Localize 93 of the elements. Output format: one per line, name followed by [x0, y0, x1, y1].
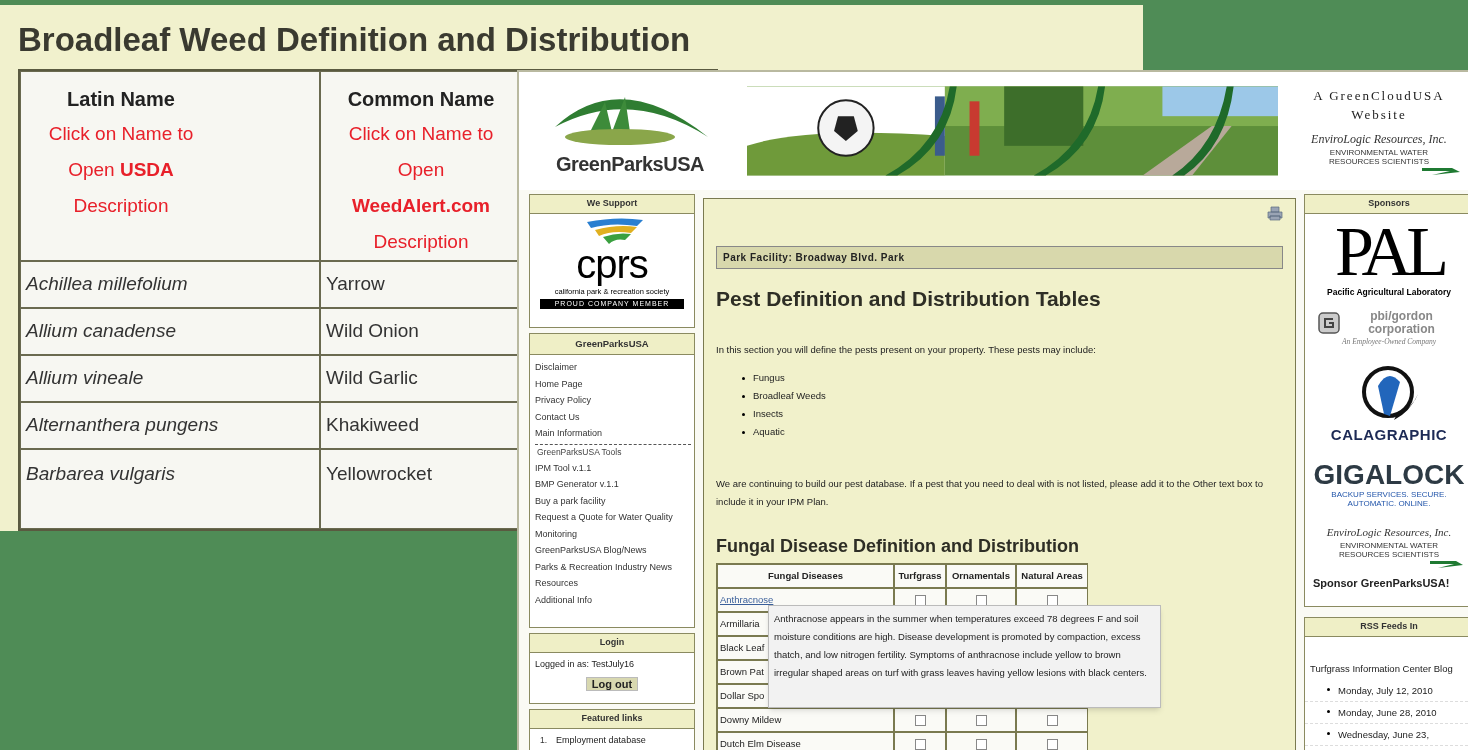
checkbox[interactable] [914, 594, 926, 606]
menu-link[interactable]: Contact Us [535, 408, 691, 426]
site-logo: GreenParksUSA [555, 152, 704, 177]
cprs-logo: cprs [576, 243, 648, 284]
wave-icon [1430, 558, 1464, 569]
note-text: We are continuing to build our pest database. If a pest that you need to deal with is not listed, please add it to the Other text box to include it in your IPM Plan. [716, 477, 1264, 509]
menu-link[interactable]: GreenParksUSA Blog/News [535, 542, 691, 559]
facility-bar: Park Facility: Broadway Blvd. Park [716, 246, 1283, 270]
bullet-icon [742, 430, 745, 434]
common-name[interactable]: Yarrow [326, 270, 385, 299]
section-heading: Fungal Disease Definition and Distribution [716, 535, 1081, 558]
pest-item: Aquatic [753, 424, 785, 439]
logo-caption: ENVIRONMENTAL WATER RESOURCES SCIENTISTS [1338, 540, 1440, 559]
featured-link[interactable]: Employment database [556, 733, 646, 747]
menu-link[interactable]: Privacy Policy [535, 392, 691, 409]
menu-link[interactable]: Main Information [535, 425, 691, 442]
disease-name: Brown Pat [720, 664, 764, 679]
wave-icon [1422, 166, 1462, 176]
partner-logo: EnviroLogic Resources, Inc. [1311, 131, 1447, 148]
list-number: 1. [540, 733, 548, 747]
checkbox[interactable] [914, 714, 926, 726]
bullet-icon [742, 394, 745, 398]
column-header: Latin Name [66, 87, 176, 112]
bullet-icon [742, 412, 745, 416]
column-header: Ornamentals [946, 564, 1016, 588]
partner-subtext: ENVIRONMENTAL WATER RESOURCES SCIENTISTS [1327, 148, 1430, 166]
common-name[interactable]: Wild Onion [326, 317, 419, 346]
checkbox[interactable] [975, 738, 987, 750]
menu-link[interactable]: Home Page [535, 375, 691, 393]
common-name[interactable]: Khakiweed [326, 411, 419, 440]
g-emblem-icon [1317, 312, 1340, 335]
site-tagline: A GreenCloudUSA Website [1312, 87, 1446, 124]
feed-item[interactable]: Wednesday, June 23, [1338, 725, 1448, 743]
checkbox[interactable] [975, 594, 987, 606]
envirologic-logo: EnviroLogic Resources, Inc. [1326, 525, 1452, 540]
tooltip: Anthracnose appears in the summer when temperatures exceed 78 degrees F and soil moisture conditions are high. Disease development is promoted by compaction, excess thatch, and low nitrogen fertility. Symptoms of anthracnose include yellow to brown irregular shaped areas on turf with grass leaves having yellow lesions with black centers. [768, 605, 1161, 708]
panel-title: RSS Feeds In [1305, 618, 1468, 637]
bullet-icon [1327, 709, 1330, 713]
column-note: Click on Name to Open WeedAlert.com Description [347, 122, 495, 254]
logout-button[interactable]: Log out [585, 677, 639, 691]
disease-name: Dutch Elm Disease [720, 736, 801, 750]
gigalock-logo: GIGALOCK [1313, 460, 1465, 490]
bullet-icon [742, 376, 745, 380]
panel-title: GreenParksUSA [530, 334, 694, 356]
panel-title: We Support [530, 195, 694, 214]
checkbox[interactable] [914, 738, 926, 750]
logo-caption: Pacific Agricultural Laboratory [1327, 285, 1451, 299]
logo-caption: BACKUP SERVICES. SECURE. AUTOMATIC. ONLINE. [1330, 490, 1448, 508]
feed-title: Turfgrass Information Center Blog [1309, 661, 1454, 676]
menu-link[interactable]: IPM Tool v.1.1 [535, 459, 691, 477]
login-status: Logged in as: TestJuly16 [535, 657, 634, 671]
menu-link[interactable]: Disclaimer [535, 359, 691, 376]
bullet-icon [1327, 687, 1330, 691]
print-icon [1267, 206, 1283, 221]
page-heading: Pest Definition and Distribution Tables [716, 286, 1102, 313]
checkbox[interactable] [975, 714, 987, 726]
common-name[interactable]: Yellowrocket [326, 460, 432, 489]
column-header: Natural Areas [1016, 564, 1088, 588]
page-title: Broadleaf Weed Definition and Distribution [17, 20, 692, 60]
panel-title: Sponsors [1305, 195, 1468, 214]
panel-title: Login [530, 634, 694, 653]
menu-link[interactable]: Parks & Recreation Industry News [535, 558, 691, 576]
feed-item[interactable]: Monday, June 28, 2010 [1338, 703, 1448, 721]
common-name[interactable]: Wild Garlic [326, 364, 418, 393]
menu-heading: GreenParksUSA Tools [537, 446, 622, 459]
column-header: Fungal Diseases [717, 564, 894, 588]
calagraphic-logo: CALAGRAPHIC [1330, 424, 1448, 445]
column-header: Turfgrass [894, 564, 946, 588]
panel-title: Featured links [530, 710, 694, 729]
column-note: Click on Name to Open USDA Description [47, 122, 195, 218]
menu-link[interactable]: Resources [535, 575, 691, 592]
pest-item: Insects [753, 406, 784, 421]
menu-link[interactable]: Buy a park facility [535, 492, 691, 510]
pest-item: Fungus [753, 370, 785, 385]
disease-name: Black Leaf [720, 640, 765, 655]
column-header: Common Name [346, 87, 496, 112]
disease-name: Armillaria [720, 616, 760, 631]
pbi-logo: pbi/gordon corporation [1367, 310, 1436, 337]
checkbox[interactable] [1046, 714, 1058, 726]
pest-item: Broadleaf Weeds [753, 388, 826, 403]
checkbox[interactable] [1046, 738, 1058, 750]
checkbox[interactable] [1046, 594, 1058, 606]
intro-text: In this section you will define the pests present on your property. These pests may include: [716, 342, 1097, 357]
disease-name: Dollar Spo [720, 688, 765, 703]
bullet-icon [1327, 731, 1330, 735]
pal-logo: PAL [1335, 217, 1443, 286]
latin-name[interactable]: Barbarea vulgaris [26, 460, 175, 489]
menu-link[interactable]: Request a Quote for Water Quality Monitoring [535, 509, 691, 543]
feed-item[interactable]: Monday, July 12, 2010 [1338, 681, 1448, 699]
disease-name: Downy Mildew [720, 712, 782, 727]
sponsor-link[interactable]: Sponsor GreenParksUSA! [1305, 574, 1468, 591]
menu-link[interactable]: BMP Generator v.1.1 [535, 476, 691, 493]
menu-link[interactable]: Additional Info [535, 591, 691, 609]
